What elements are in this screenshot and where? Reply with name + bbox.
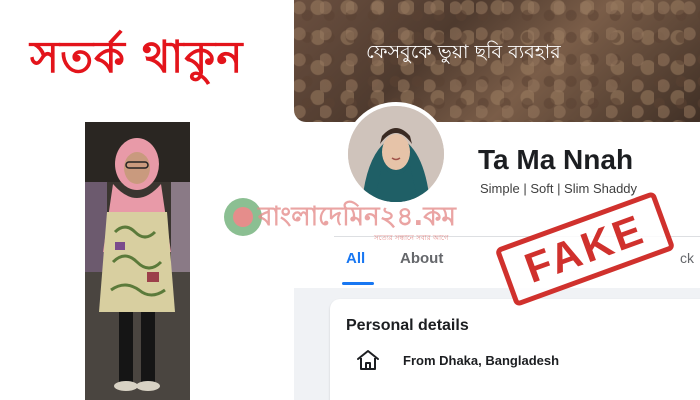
cover-caption: ফেসবুকে ভুয়া ছবি ব্যবহার: [366, 41, 561, 63]
real-person-photo: [85, 122, 190, 400]
avatar[interactable]: [344, 102, 448, 206]
avatar-illustration: [348, 106, 444, 202]
watermark-emblem: [224, 198, 262, 236]
watermark-logo: বাংলাদেমিন২৪.কম সত্যের সন্ধানে সবার আগে: [224, 196, 456, 242]
real-person-illustration: [85, 122, 190, 400]
home-icon: [356, 349, 380, 371]
personal-details-card: Personal details From Dhaka, Bangladesh: [330, 299, 700, 400]
warning-title: সতর্ক থাকুন: [30, 32, 244, 83]
watermark-tagline: সত্যের সন্ধানে সবার আগে: [374, 234, 449, 242]
profile-name: Ta Ma Nnah: [478, 144, 634, 175]
location-text: From Dhaka, Bangladesh: [403, 353, 560, 368]
tab-about[interactable]: About: [400, 250, 443, 267]
profile-bio: Simple | Soft | Slim Shaddy: [480, 181, 638, 196]
tab-all[interactable]: All: [346, 250, 365, 267]
active-tab-indicator: [342, 282, 374, 285]
tab-partial[interactable]: ck: [680, 250, 700, 266]
personal-details-title: Personal details: [346, 317, 469, 334]
